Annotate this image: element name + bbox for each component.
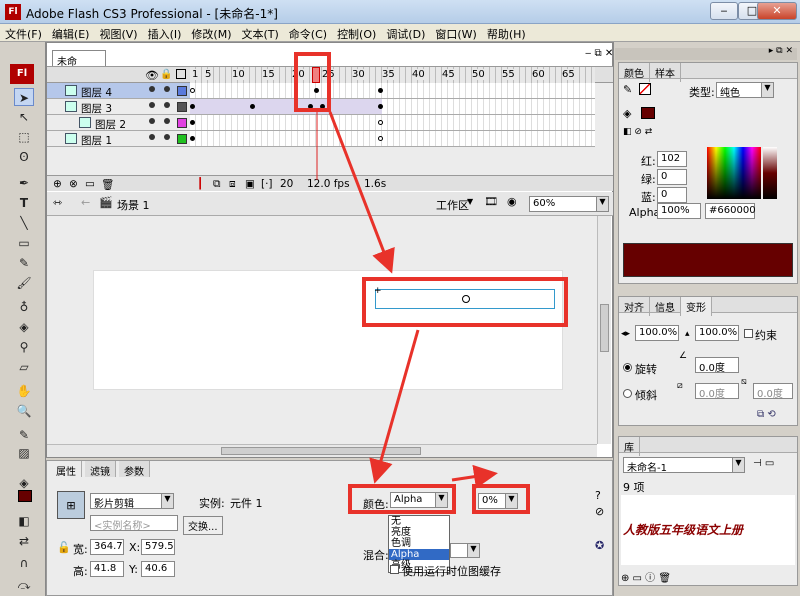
annotation-arrows	[316, 111, 498, 489]
